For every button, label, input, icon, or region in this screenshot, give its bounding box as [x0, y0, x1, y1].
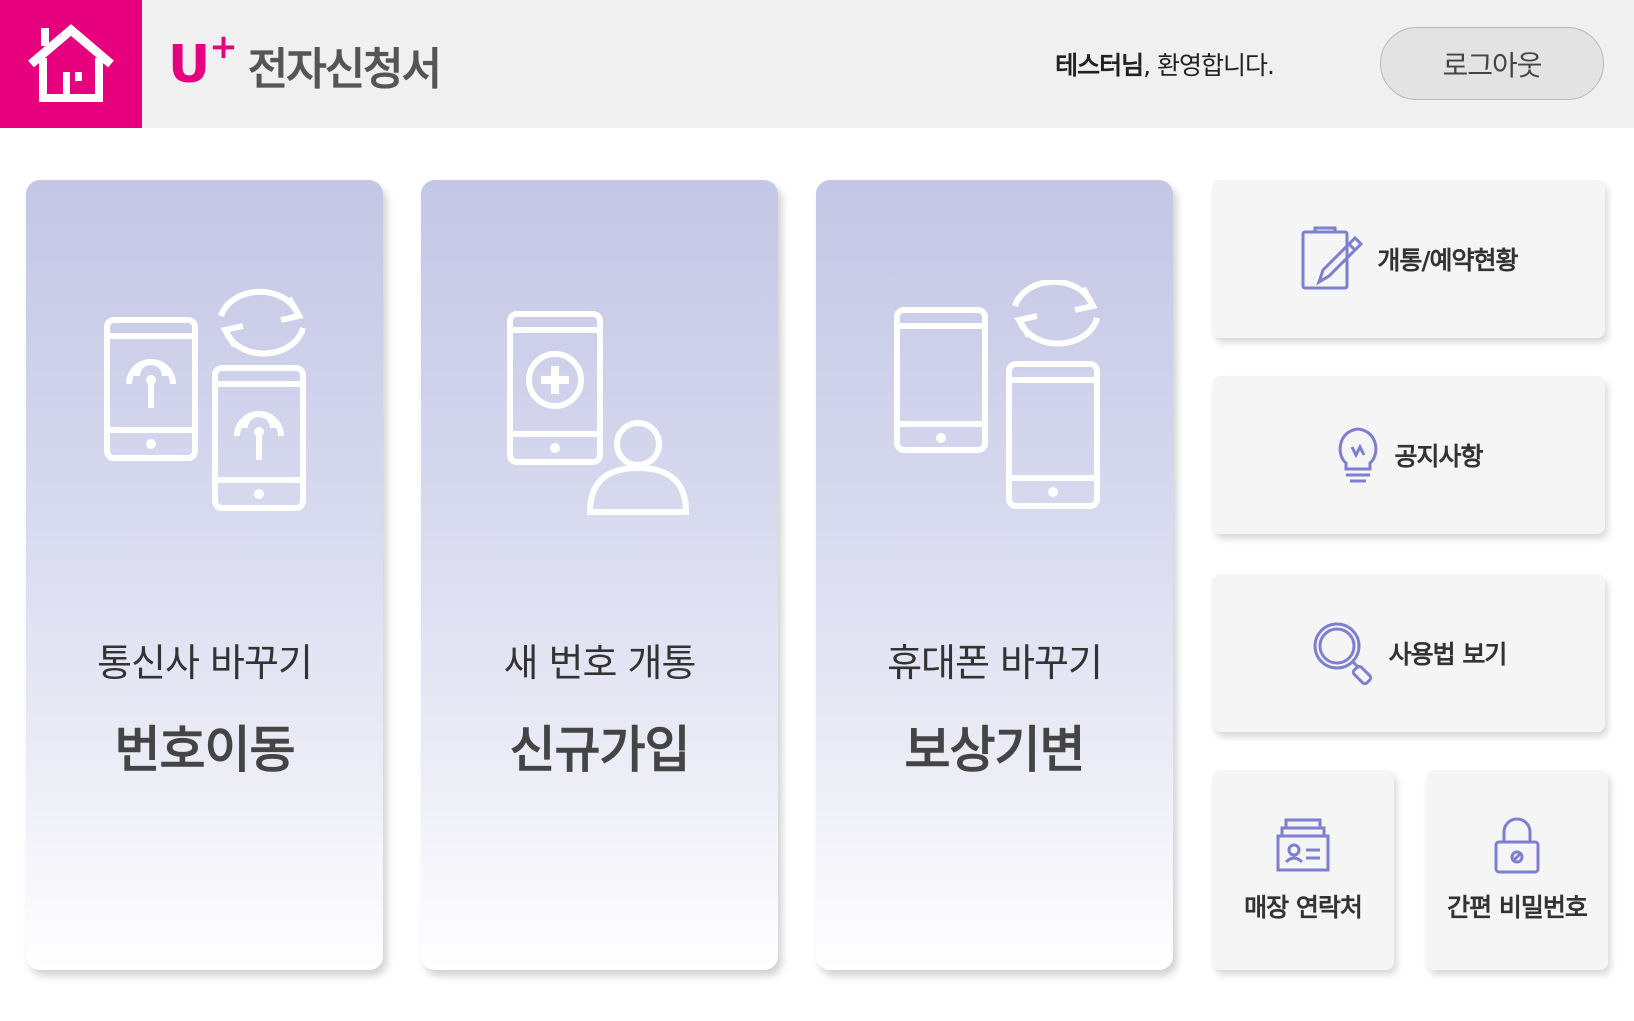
store-contact-label: 매장 연락처 — [1244, 893, 1363, 922]
guide-button[interactable]: 사용법 보기 — [1212, 574, 1605, 732]
logout-button[interactable]: 로그아웃 — [1380, 27, 1604, 100]
user-name: 테스터님 — [1055, 51, 1144, 80]
store-contact-button[interactable]: 매장 연락처 — [1212, 770, 1394, 970]
welcome-suffix: , 환영합니다. — [1143, 51, 1275, 80]
home-button[interactable] — [0, 0, 142, 128]
welcome-message: 테스터님, 환영합니다. — [1055, 46, 1275, 82]
logo-brand: U — [168, 35, 210, 95]
lightbulb-icon — [1339, 427, 1378, 483]
lock-icon — [1494, 817, 1540, 874]
new-subscription-icon — [421, 280, 778, 540]
card-subtitle: 통신사 바꾸기 — [97, 641, 313, 685]
card-title: 신규가입 — [509, 721, 691, 779]
card-phone-exchange[interactable]: 휴대폰 바꾸기 보상기변 — [816, 180, 1173, 970]
clipboard-pen-icon — [1301, 226, 1364, 290]
logo-plus: + — [209, 27, 238, 67]
status-label: 개통/예약현황 — [1377, 246, 1518, 275]
app-title: 전자신청서 — [247, 44, 442, 95]
app-logo: U + 전자신청서 — [168, 27, 442, 100]
card-title: 보상기변 — [904, 721, 1086, 779]
status-button[interactable]: 개통/예약현황 — [1212, 180, 1605, 338]
simple-password-button[interactable]: 간편 비밀번호 — [1426, 770, 1608, 970]
magnifier-icon — [1313, 622, 1372, 686]
notice-button[interactable]: 공지사항 — [1212, 376, 1605, 534]
home-icon — [28, 24, 114, 102]
card-new-subscription[interactable]: 새 번호 개통 신규가입 — [421, 180, 778, 970]
notice-label: 공지사항 — [1394, 442, 1483, 471]
card-number-transfer[interactable]: 통신사 바꾸기 번호이동 — [26, 180, 383, 970]
card-subtitle: 새 번호 개통 — [503, 641, 697, 685]
card-subtitle: 휴대폰 바꾸기 — [887, 641, 1103, 685]
card-title: 번호이동 — [114, 721, 296, 779]
guide-label: 사용법 보기 — [1388, 640, 1508, 669]
header: U + 전자신청서 테스터님, 환영합니다. 로그아웃 — [0, 0, 1634, 128]
simple-password-label: 간편 비밀번호 — [1447, 893, 1588, 922]
phone-exchange-icon — [816, 280, 1173, 540]
phone-transfer-icon — [26, 280, 383, 540]
card-file-icon — [1276, 818, 1330, 872]
